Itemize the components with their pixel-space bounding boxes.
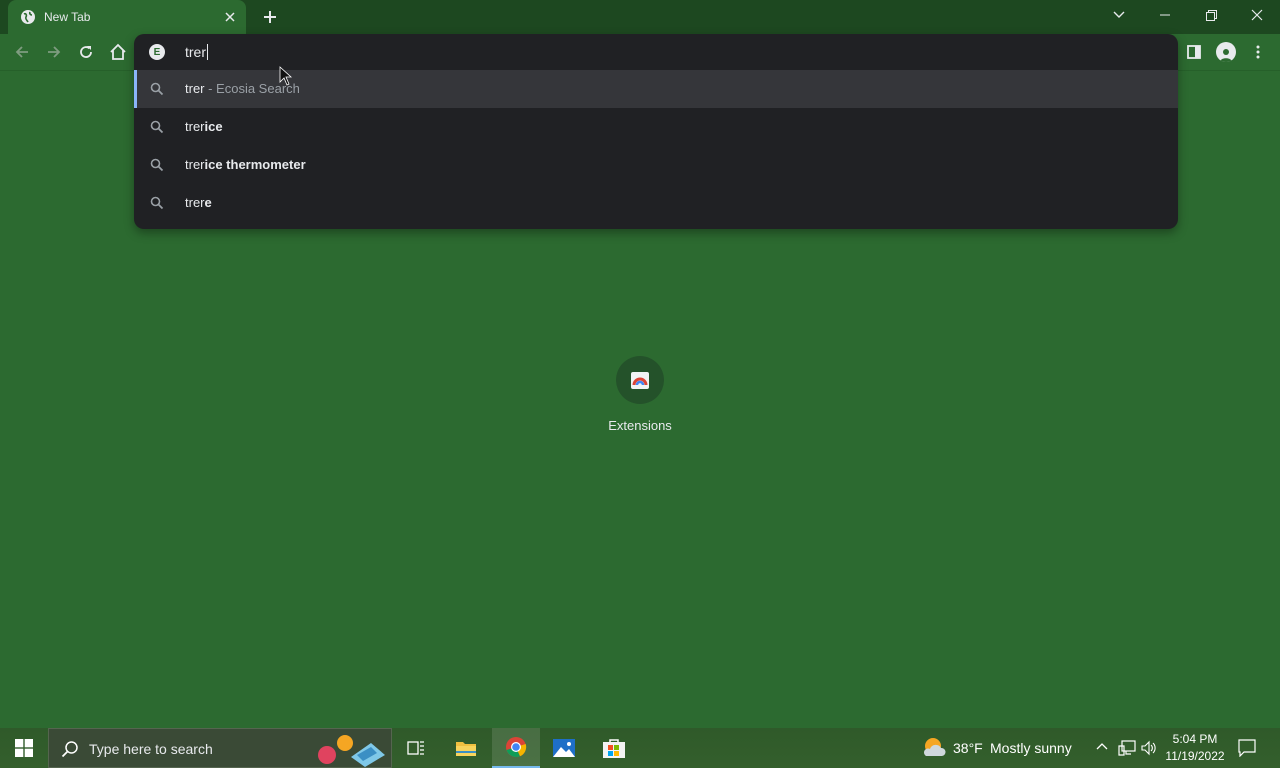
volume-icon[interactable]	[1141, 740, 1157, 756]
kebab-menu-icon	[1256, 45, 1260, 59]
chevron-down-icon	[1113, 11, 1125, 18]
notification-center-icon[interactable]	[1238, 739, 1256, 757]
menu-button[interactable]	[1244, 38, 1272, 66]
search-icon	[150, 158, 164, 172]
globe-icon	[21, 10, 35, 24]
back-button[interactable]	[8, 38, 36, 66]
side-panel-button[interactable]	[1180, 38, 1208, 66]
network-icon[interactable]	[1118, 740, 1136, 756]
reload-button[interactable]	[72, 38, 100, 66]
microsoft-store-button[interactable]	[590, 728, 638, 768]
forward-button[interactable]	[40, 38, 68, 66]
restore-icon	[1205, 9, 1217, 21]
suggestion-text: trerice	[185, 119, 223, 134]
folder-icon	[456, 742, 476, 756]
suggestion-typed: trer	[185, 157, 205, 172]
start-button[interactable]	[0, 728, 48, 768]
search-icon	[150, 82, 164, 96]
tab-new-tab[interactable]: New Tab	[8, 0, 246, 34]
file-explorer-button[interactable]	[442, 728, 490, 768]
profile-button[interactable]	[1212, 38, 1240, 66]
chevron-up-icon[interactable]	[1096, 742, 1108, 750]
side-panel-icon	[1187, 45, 1201, 59]
ecosia-search-engine-icon: E	[149, 44, 165, 60]
suggestion-typed: trer	[185, 119, 205, 134]
search-placeholder: Type here to search	[89, 741, 213, 757]
clock-time: 5:04 PM	[1172, 732, 1218, 746]
address-input-text: trer	[185, 44, 206, 60]
forward-arrow-icon	[48, 46, 61, 58]
shortcut-tile-extensions[interactable]: Extensions	[596, 356, 684, 444]
search-engine-letter: E	[153, 46, 161, 58]
back-arrow-icon	[15, 46, 28, 58]
chrome-taskbar-button[interactable]	[492, 728, 540, 768]
photos-icon	[553, 739, 575, 757]
suggestion-typed: trer	[185, 195, 205, 210]
taskbar: Type here to search 38°F Mostly sunny 5:…	[0, 728, 1280, 768]
search-icon	[150, 120, 164, 134]
suggestion-row[interactable]: trerice thermometer	[134, 146, 1178, 184]
task-view-icon	[407, 741, 424, 755]
chrome-extensions-icon	[631, 372, 649, 389]
home-icon	[110, 43, 126, 60]
tab-title: New Tab	[44, 10, 91, 24]
close-icon	[1251, 9, 1263, 21]
suggestion-row[interactable]: trerice	[134, 108, 1178, 146]
suggestion-row[interactable]: trere	[134, 184, 1178, 222]
tab-strip: New Tab	[0, 0, 1280, 34]
task-view-button[interactable]	[392, 728, 440, 768]
address-bar[interactable]: E trer	[134, 34, 1178, 70]
suggestion-text: trerice thermometer	[185, 157, 306, 172]
omnibox-popup: E trer trer - Ecosia Search trerice trer…	[134, 34, 1178, 229]
mouse-cursor-icon	[279, 66, 293, 86]
minimize-button[interactable]	[1142, 0, 1188, 30]
minimize-icon	[1160, 14, 1170, 16]
home-button[interactable]	[104, 38, 132, 66]
close-window-button[interactable]	[1234, 0, 1280, 30]
text-caret	[207, 44, 208, 60]
chrome-icon	[506, 737, 527, 758]
photos-button[interactable]	[540, 728, 588, 768]
close-tab-icon[interactable]	[220, 7, 240, 27]
address-input[interactable]: trer	[185, 44, 208, 60]
avatar-icon	[1216, 42, 1236, 62]
weather-condition[interactable]: Mostly sunny	[990, 740, 1072, 756]
suggestion-completion: ice	[204, 119, 223, 134]
suggestion-completion: ice thermometer	[204, 157, 306, 172]
shortcut-label: Extensions	[608, 418, 672, 433]
search-highlight-illustration	[318, 735, 385, 767]
weather-temperature[interactable]: 38°F	[953, 740, 983, 756]
restore-button[interactable]	[1188, 0, 1234, 30]
store-icon	[603, 739, 625, 758]
suggestion-text: trere	[185, 195, 212, 210]
weather-sun-cloud-icon	[923, 738, 946, 756]
suggestion-completion: e	[204, 195, 212, 210]
new-tab-button[interactable]	[258, 6, 282, 28]
search-icon	[150, 196, 164, 210]
tab-search-button[interactable]	[1096, 0, 1142, 30]
shortcut-icon-circle	[616, 356, 664, 404]
search-icon	[61, 741, 78, 758]
windows-logo-icon	[15, 739, 33, 757]
taskbar-search-box[interactable]: Type here to search	[48, 728, 392, 768]
reload-icon	[80, 46, 92, 58]
clock-date: 11/19/2022	[1165, 749, 1225, 763]
clock[interactable]: 5:04 PM 11/19/2022	[1160, 731, 1230, 765]
plus-icon	[264, 11, 276, 23]
suggestion-typed: trer	[185, 81, 205, 96]
